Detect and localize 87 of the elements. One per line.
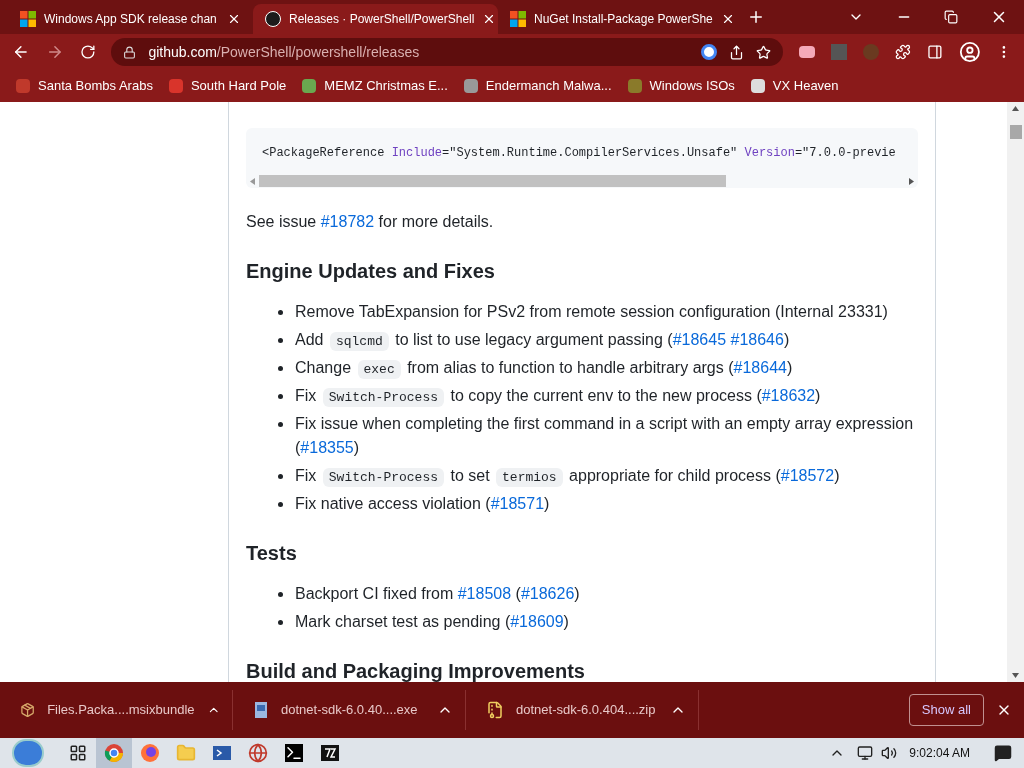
archive-icon xyxy=(486,701,504,719)
bullet-icon xyxy=(278,338,283,343)
list-item-text: Add sqlcmd to list to use legacy argument passing (#18645 #18646) xyxy=(295,330,790,352)
show-all-button[interactable]: Show all xyxy=(908,694,984,726)
issue-link[interactable]: #18644 xyxy=(733,359,787,376)
inline-code: sqlcmd xyxy=(329,332,389,351)
inline-code: Switch-Process xyxy=(322,468,444,487)
browser-tab[interactable]: Releases · PowerShell/PowerShell xyxy=(253,4,498,34)
browser-tab[interactable]: NuGet Install-Package PowerShe xyxy=(498,4,743,34)
list-item-text: Remove TabExpansion for PSv2 from remote session configuration (Internal 23331) xyxy=(295,302,888,322)
reload-icon[interactable] xyxy=(79,44,96,60)
windows-logo-icon xyxy=(20,11,36,27)
list-item-text: Backport CI fixed from #18508 (#18626) xyxy=(295,584,580,604)
issue-link[interactable]: #18508 xyxy=(457,585,512,602)
list-item-text: Change exec from alias to function to handle arbitrary args (#18644) xyxy=(295,358,793,380)
download-item[interactable]: dotnet-sdk-6.0.40....exe xyxy=(233,690,466,730)
tab-title: NuGet Install-Package PowerShe xyxy=(534,11,713,28)
scroll-right-icon[interactable] xyxy=(909,177,914,185)
scroll-up-icon[interactable] xyxy=(1012,106,1019,111)
bullet-icon xyxy=(278,366,283,371)
list-item-text: Fix Switch-Process to copy the current env to the new process (#18632) xyxy=(295,386,821,408)
bookmark-star-icon[interactable] xyxy=(756,44,772,60)
close-icon[interactable] xyxy=(227,12,241,26)
bookmark[interactable]: MEMZ Christmas E... xyxy=(302,76,448,96)
package-icon xyxy=(20,701,36,719)
issue-link[interactable]: #18645 xyxy=(672,331,727,348)
volume-icon[interactable] xyxy=(881,745,898,761)
list-item-text: Fix issue when completing the first command in a script with an empty array expression (#18355) xyxy=(295,414,915,458)
bullet-icon xyxy=(278,474,283,479)
inline-code: exec xyxy=(357,360,401,379)
bullet-icon xyxy=(278,502,283,507)
profile-icon[interactable] xyxy=(958,41,981,63)
scrollbar-thumb[interactable] xyxy=(259,175,726,187)
browser-tab[interactable]: Windows App SDK release chan xyxy=(8,4,253,34)
extension-icon[interactable] xyxy=(799,46,816,58)
bullet-icon xyxy=(278,310,283,315)
installer-icon xyxy=(253,701,269,719)
download-item[interactable]: Files.Packa....msixbundle xyxy=(0,690,233,730)
issue-link[interactable]: #18632 xyxy=(761,387,816,404)
vertical-scrollbar[interactable] xyxy=(1007,102,1024,682)
issue-link[interactable]: #18782 xyxy=(320,213,375,230)
scroll-left-icon[interactable] xyxy=(250,177,255,185)
list-item-text: Mark charset test as pending (#18609) xyxy=(295,612,569,632)
section-heading: Tests xyxy=(246,541,298,566)
section-heading: Build and Packaging Improvements xyxy=(246,659,586,682)
restore-icon[interactable] xyxy=(944,10,958,24)
list-item-text: Fix native access violation (#18571) xyxy=(295,494,550,514)
address-bar[interactable]: github.com/PowerShell/powershell/releases xyxy=(111,38,784,66)
notifications-icon[interactable] xyxy=(994,744,1012,762)
scrollbar-thumb[interactable] xyxy=(1009,125,1022,139)
inline-code: Switch-Process xyxy=(322,388,444,407)
lock-icon xyxy=(123,45,137,59)
tab-title: Windows App SDK release chan xyxy=(44,11,218,28)
bullet-icon xyxy=(278,592,283,597)
network-icon[interactable] xyxy=(857,745,874,761)
extensions-icon[interactable] xyxy=(894,44,911,60)
issue-link[interactable]: #18571 xyxy=(490,495,545,512)
download-item[interactable]: dotnet-sdk-6.0.404....zip xyxy=(466,690,699,730)
bullet-icon xyxy=(278,394,283,399)
bookmark[interactable]: VX Heaven xyxy=(750,76,839,96)
issue-link[interactable]: #18355 xyxy=(300,439,354,456)
bookmark[interactable]: Santa Bombs Arabs xyxy=(16,76,153,96)
url-text: github.com/PowerShell/powershell/releases xyxy=(148,42,420,62)
back-icon[interactable] xyxy=(12,43,30,61)
share-icon[interactable] xyxy=(729,44,745,60)
github-icon xyxy=(265,11,281,27)
clock[interactable]: 9:02:04 AM xyxy=(909,744,970,762)
bookmark[interactable]: South Hard Pole xyxy=(168,76,287,96)
code-line: <PackageReference Include="System.Runtime.CompilerServices.Unsafe" Version="7.0.0-previe xyxy=(261,145,897,162)
scroll-down-icon[interactable] xyxy=(1012,673,1019,678)
bookmark[interactable]: Endermanch Malwa... xyxy=(463,76,612,96)
windows-logo-icon xyxy=(510,11,526,27)
tab-title: Releases · PowerShell/PowerShell xyxy=(289,11,475,28)
list-item-text: Fix Switch-Process to set termios appropriate for child process (#18572) xyxy=(295,466,840,488)
issue-link[interactable]: #18609 xyxy=(510,613,564,630)
issue-link[interactable]: #18626 xyxy=(520,585,575,602)
paragraph: See issue #18782 for more details. xyxy=(246,212,495,232)
issue-link[interactable]: #18572 xyxy=(780,467,835,484)
bullet-icon xyxy=(278,422,283,427)
side-panel-icon[interactable] xyxy=(926,44,943,60)
new-tab-icon[interactable] xyxy=(747,8,765,26)
start-button[interactable] xyxy=(12,739,44,767)
bullet-icon xyxy=(278,620,283,625)
inline-code: termios xyxy=(496,468,563,487)
issue-link[interactable]: #18646 xyxy=(730,331,784,348)
section-heading: Engine Updates and Fixes xyxy=(246,259,496,284)
bookmark[interactable]: Windows ISOs xyxy=(627,76,735,96)
